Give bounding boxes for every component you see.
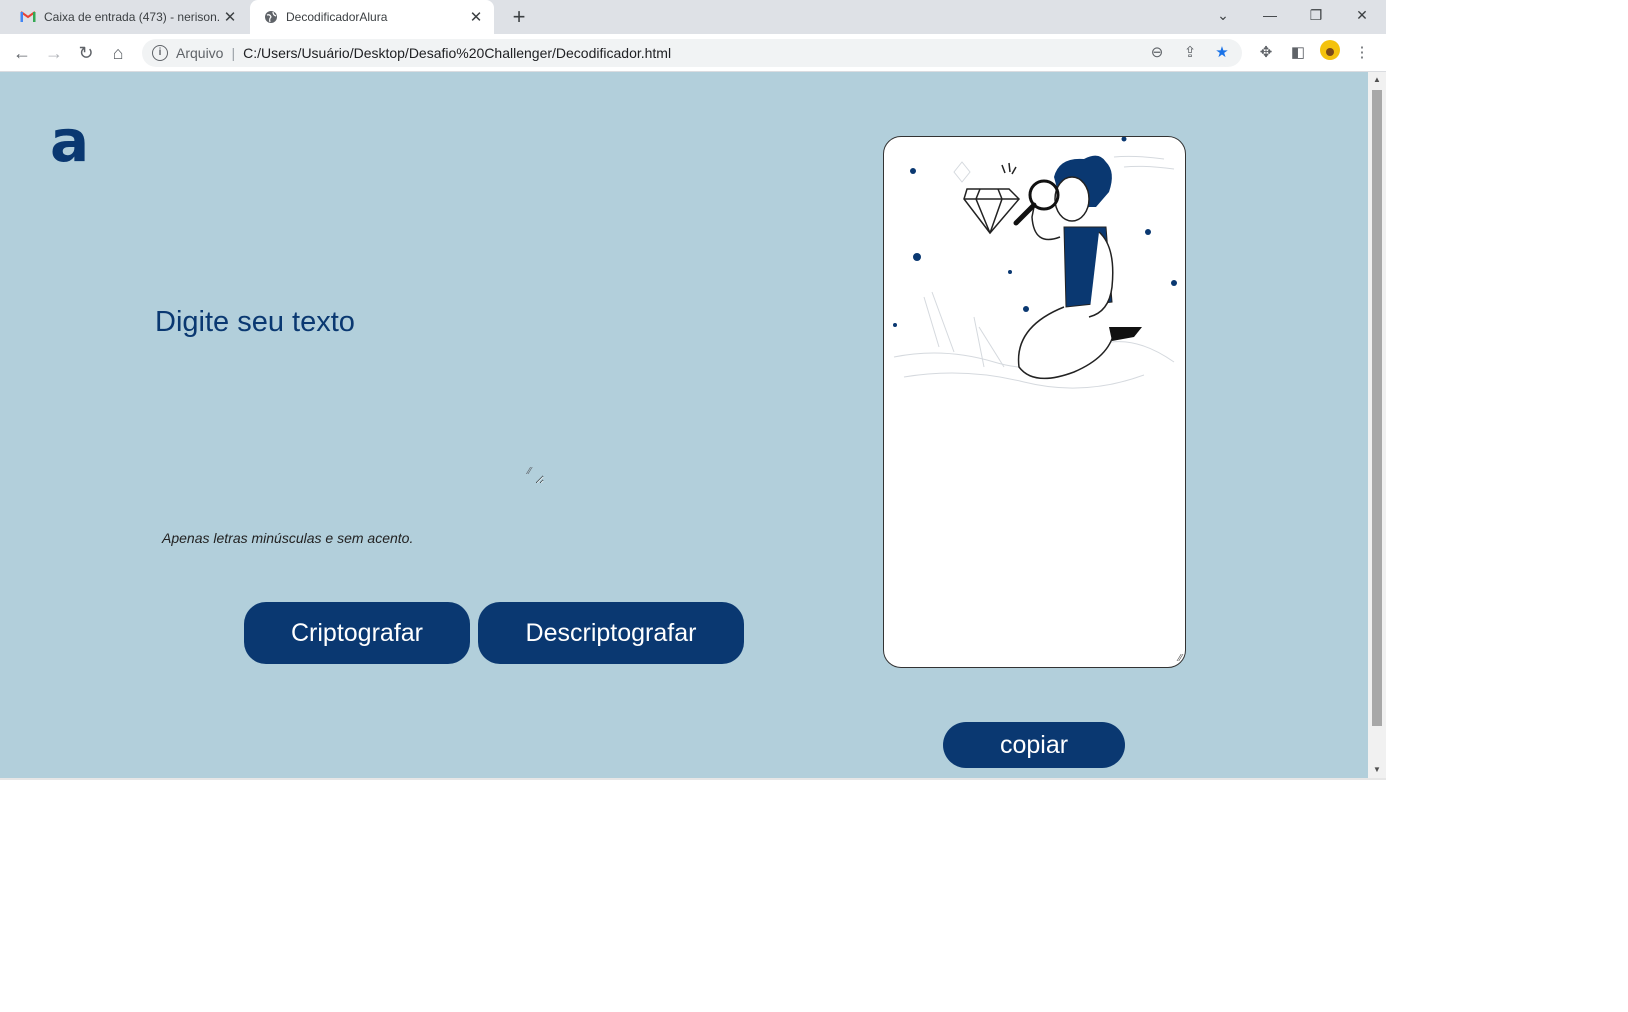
person-figure bbox=[1013, 155, 1142, 380]
forward-arrow-icon[interactable]: → bbox=[40, 39, 68, 67]
vertical-scrollbar[interactable]: ▲ ▼ bbox=[1368, 72, 1386, 778]
url-text[interactable]: C:/Users/Usuário/Desktop/Desafio%20Chall… bbox=[243, 45, 671, 61]
extensions-puzzle-icon[interactable]: ✥ bbox=[1253, 39, 1279, 67]
tab-title: DecodificadorAlura bbox=[286, 10, 388, 24]
page-viewport: a Digite seu texto ⁄⁄ Apenas letras minú… bbox=[0, 72, 1368, 778]
side-panel-icon[interactable]: ◧ bbox=[1285, 39, 1311, 67]
search-illustration bbox=[893, 137, 1177, 389]
share-icon[interactable]: ⇪ bbox=[1177, 39, 1203, 67]
output-card[interactable]: ⁄⁄ bbox=[883, 136, 1186, 668]
diamond-icon bbox=[963, 162, 1021, 235]
close-window-icon[interactable]: ✕ bbox=[1339, 0, 1385, 30]
tab-strip: Caixa de entrada (473) - nerison. ✕ Deco… bbox=[0, 0, 1386, 34]
browser-toolbar: ← → ↻ ⌂ i Arquivo | C:/Users/Usuário/Des… bbox=[0, 34, 1386, 72]
menu-kebab-icon[interactable]: ⋮ bbox=[1349, 39, 1375, 67]
copy-button[interactable]: copiar bbox=[943, 722, 1125, 768]
scroll-up-icon[interactable]: ▲ bbox=[1368, 72, 1386, 88]
zoom-icon[interactable]: ⊖ bbox=[1144, 39, 1170, 67]
text-input-area[interactable] bbox=[155, 372, 544, 484]
reload-icon[interactable]: ↻ bbox=[72, 39, 100, 67]
browser-window: Caixa de entrada (473) - nerison. ✕ Deco… bbox=[0, 0, 1386, 780]
restore-icon[interactable]: ❐ bbox=[1293, 0, 1339, 30]
close-icon[interactable]: ✕ bbox=[222, 8, 238, 26]
tab-gmail[interactable]: Caixa de entrada (473) - nerison. ✕ bbox=[0, 0, 248, 34]
info-icon[interactable]: i bbox=[152, 45, 168, 61]
scroll-thumb[interactable] bbox=[1372, 90, 1382, 726]
url-scheme-label: Arquivo bbox=[176, 45, 224, 61]
alura-logo: a bbox=[50, 107, 90, 175]
input-hint: Apenas letras minúsculas e sem acento. bbox=[162, 530, 414, 546]
bookmark-star-icon[interactable]: ★ bbox=[1209, 39, 1235, 67]
globe-icon bbox=[265, 11, 277, 23]
url-separator: | bbox=[231, 45, 236, 61]
close-icon[interactable]: ✕ bbox=[468, 8, 484, 26]
resize-grip-icon[interactable]: ⁄⁄ bbox=[1179, 653, 1182, 664]
home-icon[interactable]: ⌂ bbox=[104, 39, 132, 67]
tab-decodificador[interactable]: DecodificadorAlura ✕ bbox=[250, 0, 494, 34]
new-tab-button[interactable]: + bbox=[506, 4, 532, 30]
page-heading: Digite seu texto bbox=[155, 306, 355, 338]
minimize-icon[interactable]: — bbox=[1247, 0, 1293, 30]
tab-search-chevron-icon[interactable]: ⌄ bbox=[1200, 0, 1246, 30]
scroll-down-icon[interactable]: ▼ bbox=[1368, 762, 1386, 778]
address-bar[interactable]: i Arquivo | C:/Users/Usuário/Desktop/Des… bbox=[142, 39, 1242, 67]
resize-grip-icon[interactable]: ⁄⁄ bbox=[528, 466, 540, 478]
profile-avatar[interactable] bbox=[1317, 39, 1343, 67]
gmail-icon bbox=[20, 11, 36, 22]
back-arrow-icon[interactable]: ← bbox=[8, 39, 36, 67]
encrypt-button[interactable]: Criptografar bbox=[244, 602, 470, 664]
decrypt-button[interactable]: Descriptografar bbox=[478, 602, 744, 664]
tab-title: Caixa de entrada (473) - nerison. bbox=[44, 10, 221, 24]
window-bottom-edge bbox=[0, 778, 1386, 780]
